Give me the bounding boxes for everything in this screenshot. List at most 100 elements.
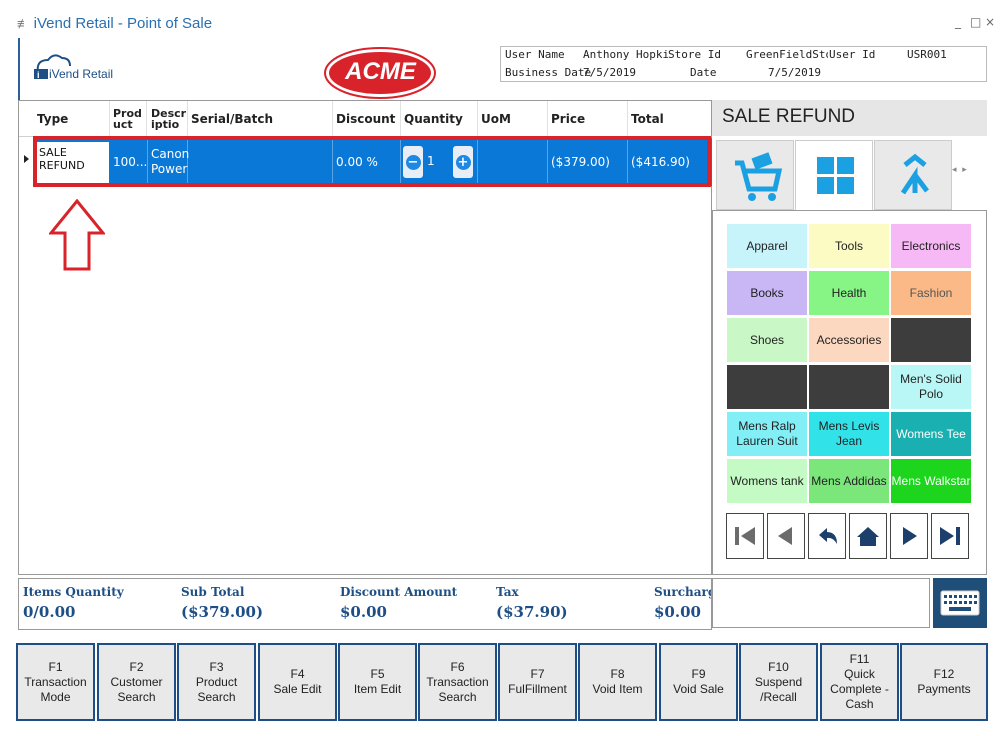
keyboard-icon: [940, 590, 980, 616]
next-page-button[interactable]: [890, 513, 928, 559]
acme-text: ACME: [345, 58, 416, 85]
f8-void-item-button[interactable]: F8 Void Item: [578, 643, 657, 721]
sub-total: Sub Total ($379.00): [181, 585, 263, 621]
last-page-icon: [940, 527, 960, 545]
f7-key-text: F7 FulFillment: [508, 667, 567, 696]
category-books[interactable]: Books: [727, 271, 807, 315]
f5-item-edit-button[interactable]: F5 Item Edit: [338, 643, 417, 721]
category-empty[interactable]: [727, 365, 807, 409]
f6-transaction-search-button[interactable]: F6 Transaction Search: [418, 643, 497, 721]
col-description[interactable]: Descr iptio: [148, 101, 188, 137]
category-apparel[interactable]: Apparel: [727, 224, 807, 268]
sub-total-value: ($379.00): [181, 603, 264, 621]
category-mens-walkstar[interactable]: Mens Walkstar: [891, 459, 971, 503]
grid-icon: [817, 157, 854, 194]
category-electronics[interactable]: Electronics: [891, 224, 971, 268]
totals-bar: Items Quantity 0/0.00 Sub Total ($379.00…: [18, 578, 712, 630]
close-button[interactable]: ×: [985, 15, 995, 29]
f1-transaction-mode-button[interactable]: F1 Transaction Mode: [16, 643, 95, 721]
previous-page-button[interactable]: [767, 513, 805, 559]
user-id-label: User Id: [829, 48, 876, 61]
store-id-value: GreenFieldStor: [746, 48, 828, 61]
f5-key-text: F5 Item Edit: [353, 667, 402, 696]
f3-product-search-button[interactable]: F3 Product Search: [177, 643, 256, 721]
col-serial-batch[interactable]: Serial/Batch: [188, 101, 333, 137]
category-womens-tank[interactable]: Womens tank: [727, 459, 807, 503]
business-date-label: Business Date: [505, 66, 592, 79]
col-uom[interactable]: UoM: [478, 101, 548, 137]
col-product[interactable]: Prod uct: [110, 101, 147, 137]
right-panel: SALE REFUND ◂ ▸ Apparel Tools Electronic…: [712, 100, 987, 575]
surcharge-label: Surcharg: [654, 585, 711, 599]
header-divider: [18, 38, 20, 100]
f7-fulfillment-button[interactable]: F7 FulFillment: [498, 643, 577, 721]
f10-key-text: F10 Suspend /Recall: [754, 659, 803, 704]
f11-quick-complete-cash-button[interactable]: F11 Quick Complete - Cash: [820, 643, 899, 721]
ivend-logo: i iVend Retail: [30, 52, 130, 92]
window-title: ≢ iVend Retail - Point of Sale: [17, 15, 212, 32]
category-womens-tee[interactable]: Womens Tee: [891, 412, 971, 456]
col-type[interactable]: Type: [34, 101, 110, 137]
f11-key-text: F11 Quick Complete - Cash: [830, 652, 889, 711]
home-button[interactable]: [849, 513, 887, 559]
col-discount[interactable]: Discount: [333, 101, 401, 137]
back-button[interactable]: [808, 513, 846, 559]
app-icon: ≢: [17, 16, 34, 31]
discount-amount-value: $0.00: [340, 603, 387, 621]
discount-amount-label: Discount Amount: [340, 585, 458, 599]
store-id-label: Store Id: [668, 48, 721, 61]
category-mens-solid-polo[interactable]: Men's Solid Polo: [891, 365, 971, 409]
svg-text:i: i: [37, 70, 40, 80]
f4-key-text: F4 Sale Edit: [273, 667, 322, 696]
first-page-button[interactable]: [726, 513, 764, 559]
f12-payments-button[interactable]: F12 Payments: [900, 643, 988, 721]
f2-customer-search-button[interactable]: F2 Customer Search: [97, 643, 176, 721]
items-quantity-value: 0/0.00: [23, 603, 76, 621]
user-name-value: Anthony Hopkir: [583, 48, 668, 61]
highlight-frame: [33, 136, 711, 187]
items-quantity: Items Quantity 0/0.00: [23, 585, 124, 621]
category-fashion[interactable]: Fashion: [891, 271, 971, 315]
logo-text: iVend Retail: [49, 67, 114, 81]
function-key-bar: F1 Transaction Mode F2 Customer Search F…: [16, 643, 990, 721]
tab-merge[interactable]: [874, 140, 952, 210]
last-page-button[interactable]: [931, 513, 969, 559]
col-total[interactable]: Total: [628, 101, 712, 137]
category-empty[interactable]: [809, 365, 889, 409]
keyboard-button[interactable]: [933, 578, 987, 628]
cart-grid[interactable]: Type Prod uct Descr iptio Serial/Batch D…: [18, 100, 712, 575]
merge-icon: [900, 153, 929, 195]
category-health[interactable]: Health: [809, 271, 889, 315]
previous-icon: [778, 527, 792, 545]
col-price[interactable]: Price: [548, 101, 628, 137]
category-tools[interactable]: Tools: [809, 224, 889, 268]
f8-key-text: F8 Void Item: [592, 667, 643, 696]
row-indicator-icon: [24, 155, 29, 163]
f4-sale-edit-button[interactable]: F4 Sale Edit: [258, 643, 337, 721]
f10-suspend-recall-button[interactable]: F10 Suspend /Recall: [739, 643, 818, 721]
f1-key-text: F1 Transaction Mode: [24, 659, 87, 704]
home-icon: [857, 527, 879, 546]
mode-title: SALE REFUND: [712, 100, 987, 136]
category-mens-levis-jean[interactable]: Mens Levis Jean: [809, 412, 889, 456]
items-quantity-label: Items Quantity: [23, 585, 124, 599]
category-shoes[interactable]: Shoes: [727, 318, 807, 362]
date-value: 7/5/2019: [768, 66, 821, 79]
maximize-button[interactable]: □: [970, 15, 981, 29]
minimize-button[interactable]: _: [955, 15, 961, 29]
category-empty[interactable]: [891, 318, 971, 362]
tax-value: ($37.90): [496, 603, 568, 621]
category-mens-addidas[interactable]: Mens Addidas: [809, 459, 889, 503]
f9-void-sale-button[interactable]: F9 Void Sale: [659, 643, 738, 721]
date-label: Date: [690, 66, 717, 79]
tab-categories[interactable]: [795, 140, 873, 210]
category-mens-ralp-lauren-suit[interactable]: Mens Ralp Lauren Suit: [727, 412, 807, 456]
tab-cart[interactable]: [716, 140, 794, 210]
discount-amount: Discount Amount $0.00: [340, 585, 457, 621]
user-name-label: User Name: [505, 48, 565, 61]
scan-input[interactable]: [712, 578, 930, 628]
tab-scroll-arrows[interactable]: ◂ ▸: [952, 165, 967, 175]
col-quantity[interactable]: Quantity: [401, 101, 478, 137]
tax: Tax ($37.90): [496, 585, 568, 621]
category-accessories[interactable]: Accessories: [809, 318, 889, 362]
